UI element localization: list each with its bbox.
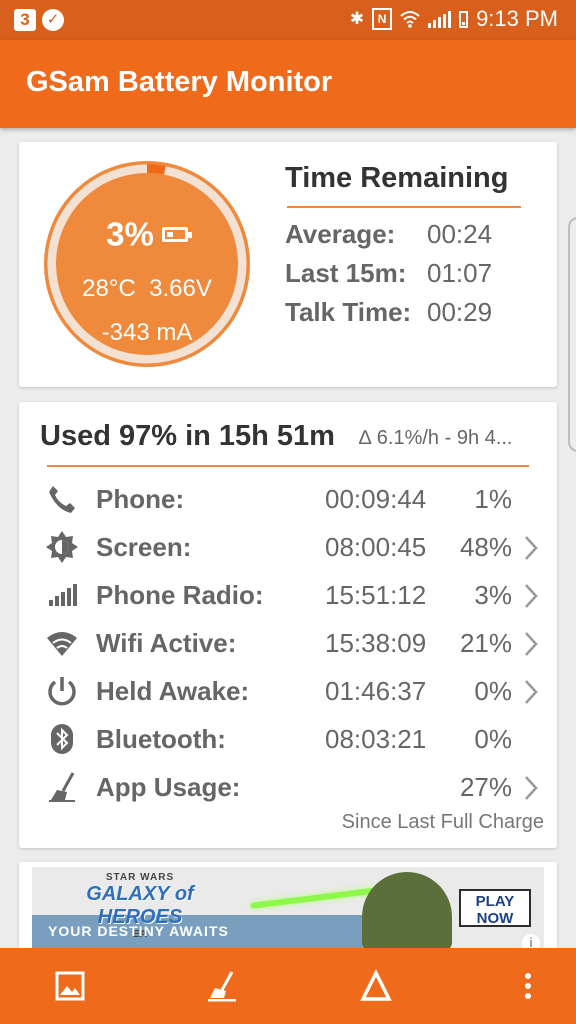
status-time: 9:13 PM: [476, 6, 558, 31]
signal-icon: [428, 10, 452, 28]
battery-icon: [161, 226, 192, 242]
time-remaining-label: Average:: [285, 219, 396, 249]
status-bar-left: 3 ✓: [14, 9, 64, 31]
time-remaining-title: Time Remaining: [285, 162, 509, 194]
usage-title: Used 97% in 15h 51m: [40, 420, 335, 452]
wifi-icon: [47, 632, 77, 656]
time-remaining-last15m: Last 15m: 01:07: [285, 258, 492, 289]
usage-row-app-usage[interactable]: App Usage: 27%: [19, 764, 557, 808]
battery-gauge[interactable]: 3% 28°C 3.66V -343 mA: [40, 157, 254, 371]
usage-label: Wifi Active:: [96, 628, 237, 658]
chevron-right-icon[interactable]: [521, 582, 541, 610]
usage-time: 15:38:09: [325, 628, 427, 658]
time-remaining-label: Last 15m:: [285, 258, 407, 288]
battery-percent: 3%: [56, 213, 238, 253]
chevron-right-icon[interactable]: [521, 774, 541, 802]
usage-percent: 0%: [474, 676, 512, 706]
nfc-icon: N: [372, 8, 393, 30]
battery-temp-voltage: 28°C 3.66V: [82, 275, 212, 302]
usage-time: 08:00:45: [325, 532, 427, 562]
usage-percent: 0%: [474, 724, 512, 754]
delta-icon[interactable]: [354, 966, 398, 1006]
check-icon: ✓: [42, 9, 64, 31]
divider: [47, 465, 529, 467]
ad-banner[interactable]: STAR WARS GALAXY of HEROES EA YOUR DESTI…: [32, 867, 544, 952]
battery-percent-label: 3%: [106, 215, 154, 253]
usage-rate: ∆ 6.1%/h - 9h 4...: [359, 427, 513, 449]
gauge-face: 3% 28°C 3.66V -343 mA: [56, 173, 238, 355]
battery-summary-card: 3% 28°C 3.66V -343 mA Time Remaining Ave…: [19, 142, 557, 387]
usage-label: Phone Radio:: [96, 580, 264, 610]
usage-percent: 21%: [459, 628, 512, 658]
usage-row-held-awake[interactable]: Held Awake: 01:46:37 0%: [19, 668, 557, 712]
usage-label: Phone:: [96, 484, 185, 514]
usage-row-bluetooth: Bluetooth: 08:03:21 0%: [19, 716, 557, 760]
battery-current: -343 mA: [101, 319, 193, 346]
power-icon: [48, 677, 76, 706]
divider: [287, 206, 521, 208]
usage-row-screen[interactable]: Screen: 08:00:45 48%: [19, 524, 557, 568]
usage-percent: 48%: [459, 532, 512, 562]
play-now-button[interactable]: PLAY NOW: [459, 889, 531, 927]
usage-row-phone-radio[interactable]: Phone Radio: 15:51:12 3%: [19, 572, 557, 616]
usage-label: Screen:: [96, 532, 192, 562]
usage-label: Bluetooth:: [96, 724, 226, 754]
bottom-nav: [0, 948, 576, 1024]
signal-bars-icon: [49, 584, 77, 606]
chevron-right-icon[interactable]: [521, 534, 541, 562]
usage-row-wifi[interactable]: Wifi Active: 15:38:09 21%: [19, 620, 557, 664]
time-remaining-label: Talk Time:: [285, 297, 412, 327]
usage-percent: 27%: [459, 772, 512, 802]
usage-time: 15:51:12: [325, 580, 427, 610]
ad-tagline: YOUR DESTINY AWAITS: [48, 923, 229, 939]
usage-percent: 3%: [474, 580, 512, 610]
app-usage-icon: [49, 772, 75, 802]
battery-low-icon: [459, 10, 469, 28]
notification-3-icon: 3: [14, 9, 36, 31]
usage-time: 08:03:21: [325, 724, 427, 754]
phone-icon: [49, 486, 75, 513]
usage-card: Used 97% in 15h 51m ∆ 6.1%/h - 9h 4... P…: [19, 402, 557, 848]
chevron-right-icon[interactable]: [521, 678, 541, 706]
usage-label: Held Awake:: [96, 676, 250, 706]
since-last-charge-label: Since Last Full Charge: [341, 811, 544, 833]
lightsaber-graphic: [250, 887, 380, 909]
app-usage-icon[interactable]: [200, 966, 244, 1006]
ad-card: STAR WARS GALAXY of HEROES EA YOUR DESTI…: [19, 862, 557, 952]
app-title: GSam Battery Monitor: [26, 66, 333, 98]
time-remaining-value: 00:29: [427, 297, 493, 327]
bluetooth-icon: [51, 724, 73, 754]
time-remaining-value: 00:24: [427, 219, 493, 249]
usage-row-phone: Phone: 00:09:44 1%: [19, 476, 557, 520]
image-icon[interactable]: [48, 966, 92, 1006]
bluetooth-icon: ✱: [349, 9, 365, 28]
edge-panel-handle[interactable]: [568, 217, 576, 452]
time-remaining-value: 01:07: [427, 258, 493, 288]
status-bar-right: ✱ N 9:13 PM: [350, 6, 558, 32]
time-remaining-average: Average: 00:24: [285, 219, 492, 250]
usage-label: App Usage:: [96, 772, 241, 802]
battery-level-arc: [146, 164, 166, 176]
time-remaining-talk: Talk Time: 00:29: [285, 297, 492, 328]
brightness-icon: [46, 531, 78, 563]
usage-time: 01:46:37: [325, 676, 427, 706]
usage-time: 00:09:44: [325, 484, 427, 514]
ad-logo-line1: STAR WARS: [105, 872, 175, 883]
status-bar: 3 ✓ ✱ N 9:13 PM: [0, 0, 576, 40]
more-vert-icon[interactable]: [506, 966, 550, 1006]
character-graphic: [362, 872, 452, 952]
app-bar: GSam Battery Monitor: [0, 40, 576, 128]
usage-percent: 1%: [474, 484, 512, 514]
wifi-icon: [400, 11, 420, 28]
chevron-right-icon[interactable]: [521, 630, 541, 658]
